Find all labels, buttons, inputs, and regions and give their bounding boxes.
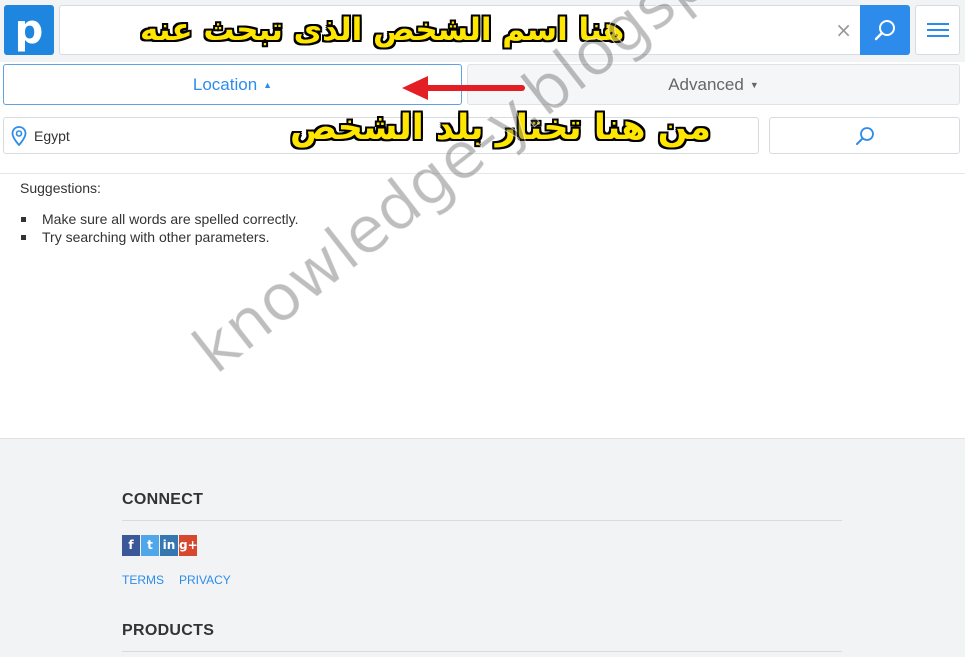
hamburger-icon-bar (927, 35, 949, 37)
caret-down-icon: ▼ (749, 80, 759, 90)
products-heading: PRODUCTS (122, 622, 215, 639)
list-item: Make sure all words are spelled correctl… (20, 210, 299, 228)
clear-icon[interactable]: × (835, 18, 852, 42)
terms-link[interactable]: TERMS (122, 573, 164, 587)
map-pin-icon (11, 126, 27, 146)
app-logo[interactable]: p (4, 5, 54, 55)
caret-up-icon: ▲ (263, 80, 273, 90)
footer: CONNECT f t in g+ TERMS PRIVACY PRODUCTS (0, 438, 965, 657)
privacy-link[interactable]: PRIVACY (179, 573, 231, 587)
divider (122, 520, 842, 521)
facebook-icon[interactable]: f (122, 535, 140, 556)
divider (122, 651, 842, 652)
social-links: f t in g+ (122, 535, 198, 556)
suggestions-heading: Suggestions: (20, 180, 101, 196)
tab-location[interactable]: Location ▲ (3, 64, 462, 105)
hamburger-icon-bar (927, 23, 949, 25)
connect-heading: CONNECT (122, 491, 204, 508)
filter-search-button[interactable] (769, 117, 960, 154)
suggestions-section: Suggestions: Make sure all words are spe… (20, 180, 299, 246)
search-icon (874, 20, 895, 41)
list-item: Try searching with other parameters. (20, 228, 299, 246)
search-icon (856, 127, 874, 145)
tab-advanced-label: Advanced (668, 75, 744, 94)
menu-button[interactable] (915, 5, 960, 55)
hamburger-icon-bar (927, 29, 949, 31)
twitter-icon[interactable]: t (141, 535, 159, 556)
tab-location-label: Location (192, 75, 258, 94)
search-button[interactable] (860, 5, 910, 55)
suggestions-list: Make sure all words are spelled correctl… (20, 210, 299, 246)
linkedin-icon[interactable]: in (160, 535, 178, 556)
googleplus-icon[interactable]: g+ (179, 535, 198, 556)
